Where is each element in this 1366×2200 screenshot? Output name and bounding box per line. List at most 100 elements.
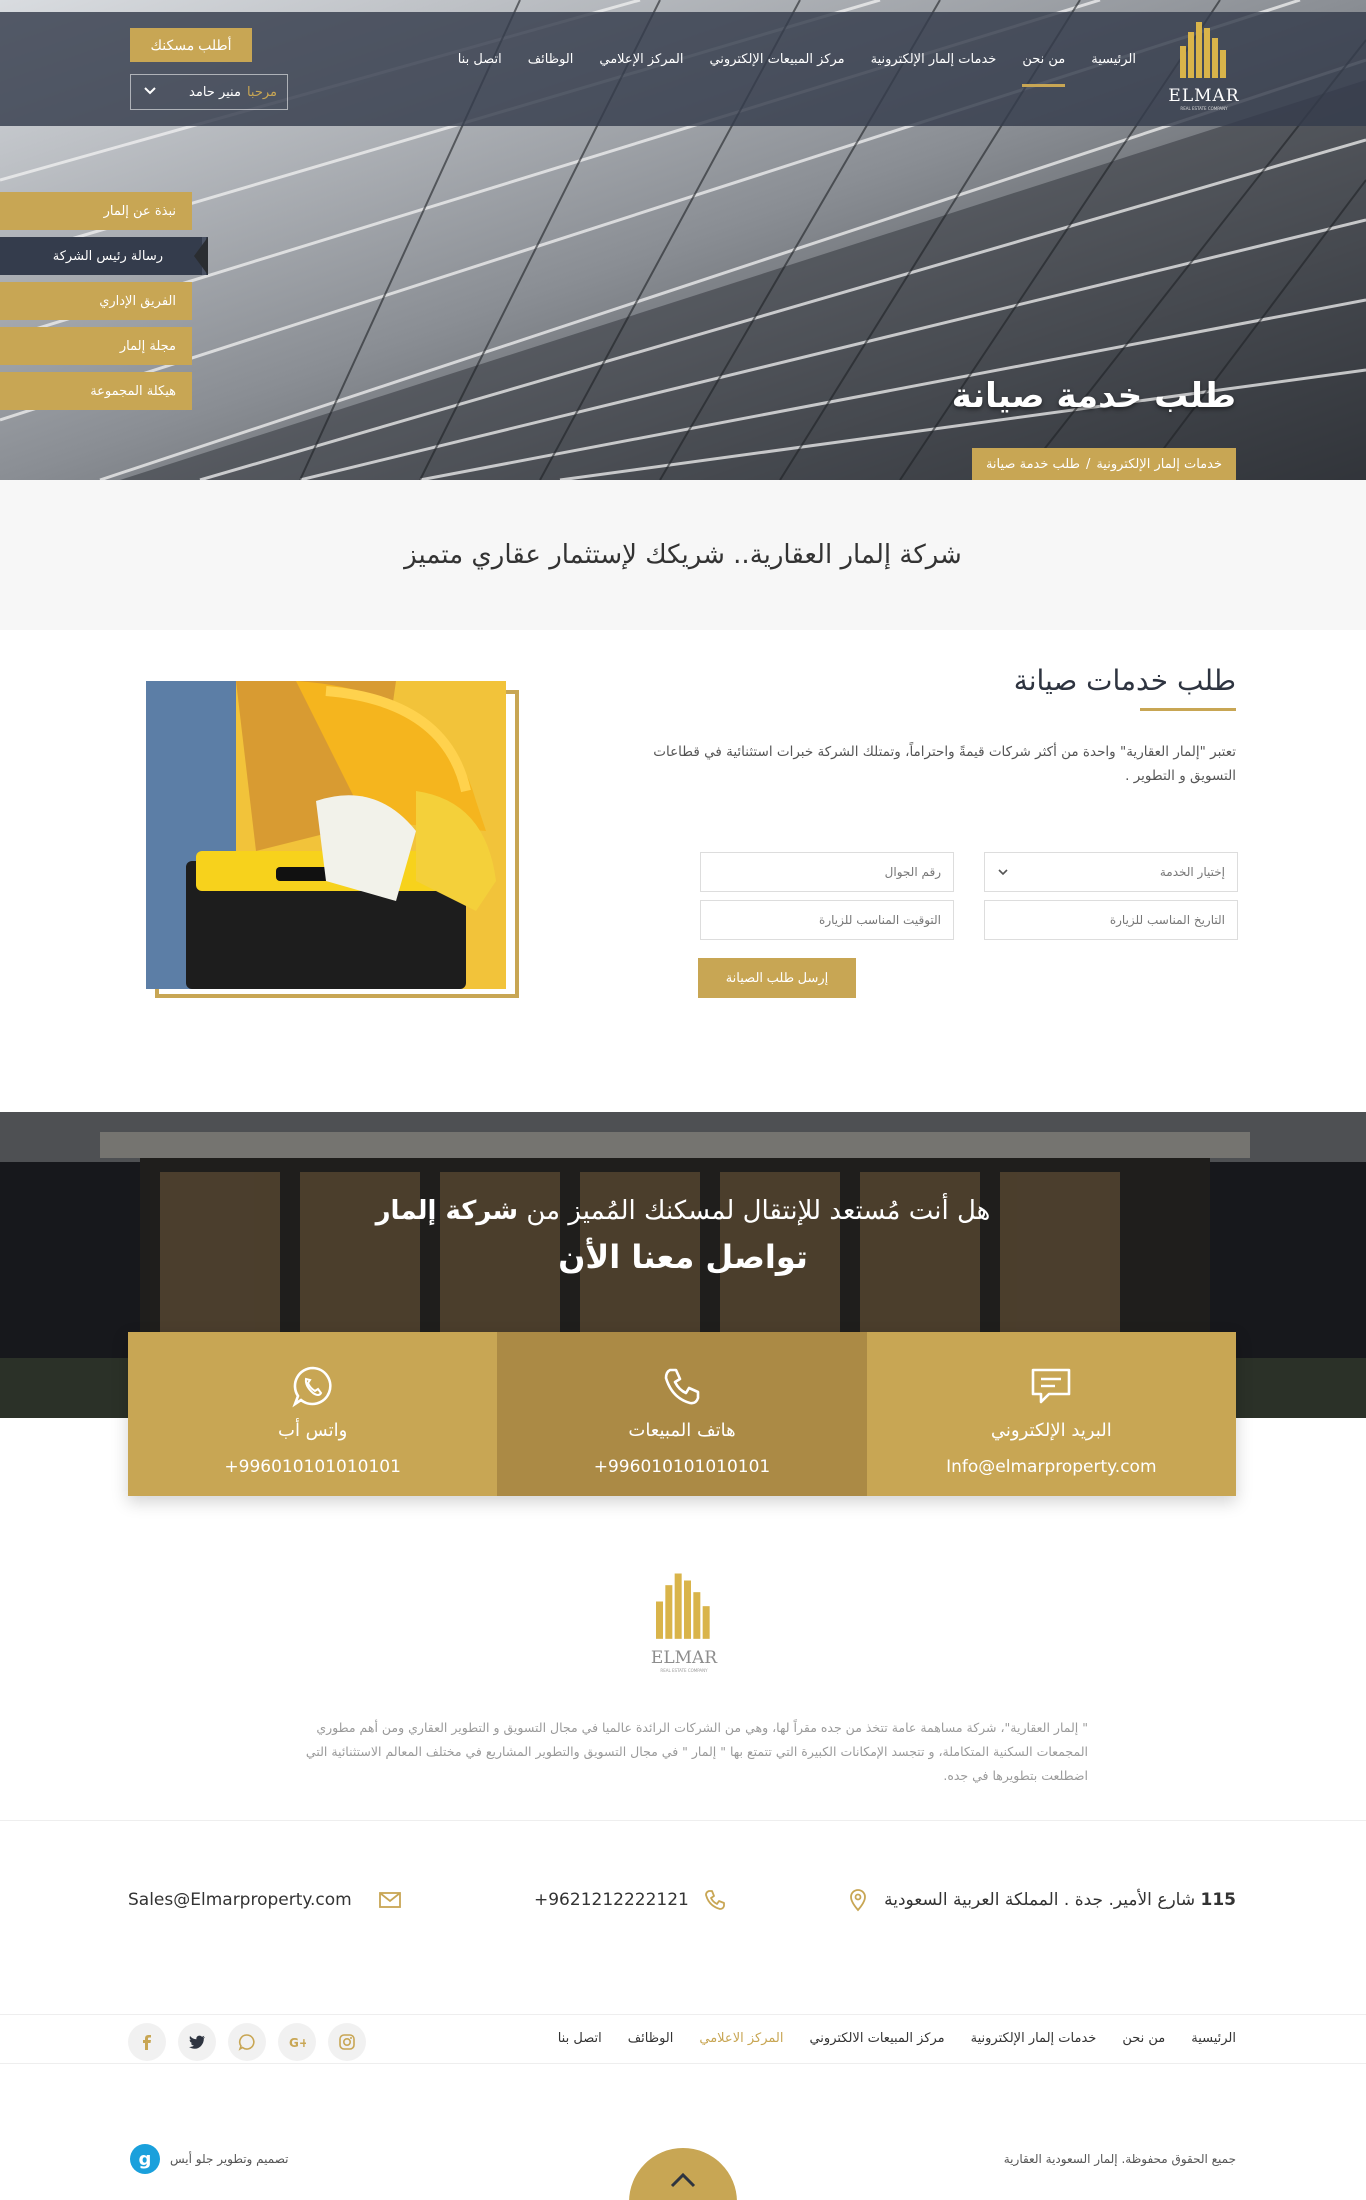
greeting-text: مرحبا (246, 84, 277, 100)
copyright-text: جميع الحقوق محفوظة. إلمار السعودية العقا… (1003, 2152, 1236, 2166)
chevron-down-icon (998, 869, 1008, 876)
request-home-button[interactable]: أطلب مسكنك (130, 28, 252, 62)
footer-nav-jobs[interactable]: الوظائف (628, 2031, 674, 2046)
tagline-text: شركة إلمار العقارية.. شريكك لإستثمار عقا… (404, 540, 962, 570)
submit-maintenance-button[interactable]: إرسل طلب الصيانة (698, 958, 856, 998)
user-name: منير حامد (189, 84, 241, 100)
scroll-to-top-button[interactable] (629, 2148, 737, 2200)
whatsapp-number[interactable]: +996010101010101 (224, 1457, 400, 1477)
service-title: طلب خدمات صيانة (1013, 664, 1236, 697)
mobile-input[interactable]: رقم الجوال (700, 852, 954, 892)
email-address[interactable]: Info@elmarproperty.com (946, 1457, 1156, 1477)
main-nav: الرئيسية من نحن خدمات إلمار الإلكترونية … (458, 52, 1136, 87)
footer-nav-bar: الرئيسية من نحن خدمات إلمار الإلكترونية … (0, 2014, 1366, 2064)
visit-time-input[interactable]: التوقيت المناسب للزيارة (700, 900, 954, 940)
phone-icon (664, 1368, 700, 1405)
footer-nav: الرئيسية من نحن خدمات إلمار الإلكترونية … (558, 2031, 1236, 2046)
instagram-link[interactable] (328, 2023, 366, 2061)
footer-logo[interactable]: ELMAR REAL ESTATE COMPANY (644, 1568, 724, 1676)
footer-nav-home[interactable]: الرئيسية (1191, 2031, 1236, 2046)
chat-icon (1032, 1368, 1071, 1404)
phone-number[interactable]: +9621212222121 (534, 1890, 689, 1910)
elmar-logo-icon (1180, 22, 1226, 78)
brand-subtitle: REAL ESTATE COMPANY (1180, 106, 1228, 111)
brand-name: ELMAR (1168, 86, 1240, 106)
maintenance-worker-image (146, 681, 506, 989)
phone-icon (704, 1890, 725, 1910)
envelope-icon (378, 1892, 401, 1908)
twitter-link[interactable] (178, 2023, 216, 2061)
visit-date-placeholder: التاريخ المناسب للزيارة (1109, 913, 1225, 927)
nav-jobs[interactable]: الوظائف (528, 52, 574, 67)
breadcrumb-parent[interactable]: خدمات إلمار الإلكترونية (1096, 457, 1222, 472)
service-select-value: إختيار الخدمة (1159, 865, 1225, 879)
side-item-group-structure[interactable]: هيكلة المجموعة (0, 372, 192, 410)
location-pin-icon (850, 1889, 866, 1912)
facebook-link[interactable] (128, 2023, 166, 2061)
nav-eservices[interactable]: خدمات إلمار الإلكترونية (871, 52, 997, 67)
email-box[interactable]: البريد الإلكتروني Info@elmarproperty.com (866, 1332, 1236, 1496)
service-description: تعتبر "إلمار العقارية" واحدة من أكثر شرك… (653, 744, 1236, 784)
cta-subheadline: تواصل معنا الأن (558, 1238, 808, 1276)
nav-contact[interactable]: اتصل بنا (458, 52, 502, 67)
hero-banner: ELMAR REAL ESTATE COMPANY الرئيسية من نح… (0, 0, 1366, 480)
google-plus-link[interactable]: G+ (278, 2023, 316, 2061)
divider (0, 1820, 1366, 1821)
elmar-logo-icon (656, 1573, 710, 1639)
nav-sales-center[interactable]: مركز المبيعات الإلكتروني (709, 52, 844, 67)
twitter-icon (189, 2035, 205, 2049)
instagram-icon (339, 2034, 355, 2050)
whatsapp-link[interactable] (228, 2023, 266, 2061)
cta-headline: هل أنت مُستعد للإنتقال لمسكنك المُميز من… (0, 1196, 1366, 1226)
visit-time-placeholder: التوقيت المناسب للزيارة (819, 913, 941, 927)
footer-nav-sales-center[interactable]: مركز المبيعات الالكتروني (809, 2031, 944, 2046)
service-select[interactable]: إختيار الخدمة (984, 852, 1238, 892)
mobile-placeholder: رقم الجوال (884, 865, 941, 879)
side-item-about-elmar[interactable]: نبذة عن إلمار (0, 192, 192, 230)
side-item-management-team[interactable]: الفريق الإداري (0, 282, 192, 320)
footer-brand-name: ELMAR (650, 1648, 718, 1668)
phone-info: +9621212222121 (534, 1888, 727, 1912)
google-plus-icon: G+ (289, 2036, 306, 2050)
developer-logo: g (130, 2144, 160, 2174)
nav-media-center[interactable]: المركز الإعلامي (599, 52, 683, 67)
chevron-down-icon (144, 87, 156, 95)
side-menu: نبذة عن إلمار رسالة رئيس الشركة الفريق ا… (0, 192, 208, 417)
footer-nav-media-center[interactable]: المركز الاعلامي (699, 2031, 783, 2046)
footer-nav-contact[interactable]: اتصل بنا (558, 2031, 602, 2046)
footer-brand-subtitle: REAL ESTATE COMPANY (660, 1668, 708, 1673)
nav-home[interactable]: الرئيسية (1091, 52, 1136, 67)
breadcrumb-current: طلب خدمة صيانة (985, 456, 1080, 472)
developer-credit[interactable]: g تصميم وتطوير جلو أيس (130, 2144, 288, 2174)
social-links: G+ (128, 2023, 366, 2061)
cta-headline-text: هل أنت مُستعد للإنتقال لمسكنك المُميز من (526, 1196, 991, 1226)
footer-nav-eservices[interactable]: خدمات إلمار الإلكترونية (971, 2031, 1097, 2046)
side-item-ceo-message[interactable]: رسالة رئيس الشركة (0, 237, 208, 275)
page-title: طلب خدمة صيانة (951, 376, 1236, 416)
breadcrumb-separator: / (1085, 456, 1091, 472)
whatsapp-box[interactable]: واتس أب +996010101010101 (128, 1332, 498, 1496)
visit-date-input[interactable]: التاريخ المناسب للزيارة (984, 900, 1238, 940)
address-text: 115 شارع الأمير. جدة . المملكة العربية ا… (884, 1890, 1236, 1910)
whatsapp-title: واتس أب (278, 1420, 348, 1441)
breadcrumb: طلب خدمة صيانة / خدمات إلمار الإلكترونية (971, 448, 1236, 480)
elmar-logo[interactable]: ELMAR REAL ESTATE COMPANY (1162, 18, 1246, 111)
tagline-section: شركة إلمار العقارية.. شريكك لإستثمار عقا… (0, 480, 1366, 630)
svg-text:G+: G+ (289, 2036, 306, 2050)
sales-phone-number[interactable]: +996010101010101 (594, 1457, 770, 1477)
address-number: 115 (1200, 1890, 1237, 1910)
whatsapp-icon (292, 1366, 332, 1408)
facebook-icon (143, 2035, 151, 2050)
user-dropdown[interactable]: منير حامد مرحبا (130, 74, 288, 110)
email-title: البريد الإلكتروني (990, 1420, 1112, 1441)
address-info: 115 شارع الأمير. جدة . المملكة العربية ا… (846, 1888, 1236, 1912)
footer-nav-about[interactable]: من نحن (1122, 2031, 1165, 2046)
nav-about[interactable]: من نحن (1022, 52, 1065, 87)
sales-email[interactable]: Sales@Elmarproperty.com (128, 1890, 352, 1910)
side-item-magazine[interactable]: مجلة إلمار (0, 327, 192, 365)
sales-phone-box[interactable]: هاتف المبيعات +996010101010101 (497, 1332, 867, 1496)
whatsapp-icon (238, 2034, 255, 2051)
title-underline (1140, 708, 1236, 711)
chevron-up-icon (670, 2172, 696, 2188)
developer-credit-text: تصميم وتطوير جلو أيس (170, 2152, 289, 2166)
